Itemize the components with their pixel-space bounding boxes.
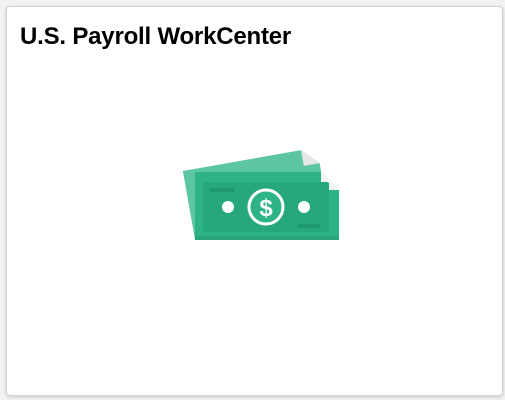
payroll-workcenter-tile[interactable]: U.S. Payroll WorkCenter $: [6, 6, 503, 396]
svg-text:$: $: [259, 195, 273, 222]
tile-title: U.S. Payroll WorkCenter: [20, 23, 292, 50]
money-bills-icon: $: [179, 132, 339, 244]
